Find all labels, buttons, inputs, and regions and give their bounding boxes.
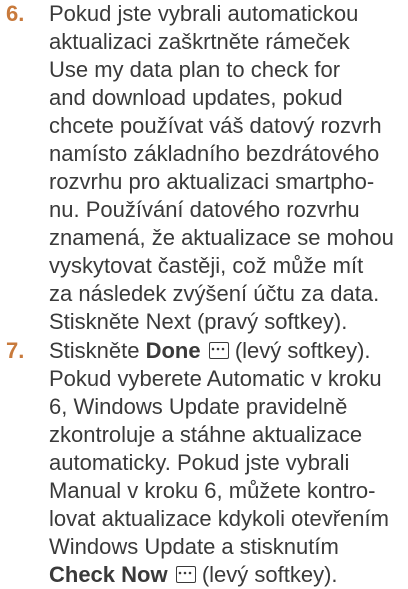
text-line: zkontroluje a stáhne aktualizace (49, 422, 363, 447)
text-line: 6, Windows Update pravidelně (49, 394, 348, 419)
text-line: Pokud jste vybrali automatickou (49, 1, 359, 26)
step-text: Pokud jste vybrali automatickou aktualiz… (49, 0, 405, 336)
text-line: aktualizaci zaškrtněte rámeček (49, 29, 350, 54)
step-text: Stiskněte Done (levý softkey). Pokud vyb… (49, 337, 405, 589)
text-line: and download updates, pokud (49, 85, 343, 110)
text-line: nu. Používání datového rozvrhu (49, 197, 360, 222)
text-line: Pokud vyberete Automatic v kroku (49, 366, 382, 391)
text-line: Stiskněte Done (levý softkey). (49, 337, 405, 365)
text-line: za následek zvýšení účtu za data. (49, 281, 380, 306)
text-line: automaticky. Pokud jste vybrali (49, 450, 350, 475)
text-line: vyskytovat častěji, což může mít (49, 253, 364, 278)
text-line: lovat aktualizace kdykoli otevřením (49, 506, 389, 531)
step-number: 6. (6, 1, 25, 26)
text-line: znamená, že aktualizace se mohou (49, 225, 394, 250)
text-fragment: (levý softkey). (195, 562, 338, 587)
text-line: Use my data plan to check for (49, 57, 341, 82)
check-now-label: Check Now (49, 562, 168, 587)
text-line: chcete používat váš datový rozvrh (49, 113, 382, 138)
manual-page: 6. Pokud jste vybrali automatickou aktua… (0, 0, 408, 587)
menu-softkey-icon (208, 342, 229, 359)
text-line: namísto základního bezdrátového (49, 141, 380, 166)
text-line: Stiskněte Next (pravý softkey). (49, 309, 348, 334)
text-fragment: (levý softkey). (228, 338, 371, 363)
text-line: Check Now (levý softkey). (49, 561, 405, 589)
text-line: Windows Update a stisknutím (49, 534, 339, 559)
done-label: Done (145, 338, 201, 363)
text-line: rozvrhu pro aktualizaci smartpho- (49, 169, 375, 194)
step-number: 7. (6, 338, 25, 363)
text-fragment: Stiskněte (49, 338, 146, 363)
text-line: Manual v kroku 6, můžete kontro- (49, 478, 376, 503)
